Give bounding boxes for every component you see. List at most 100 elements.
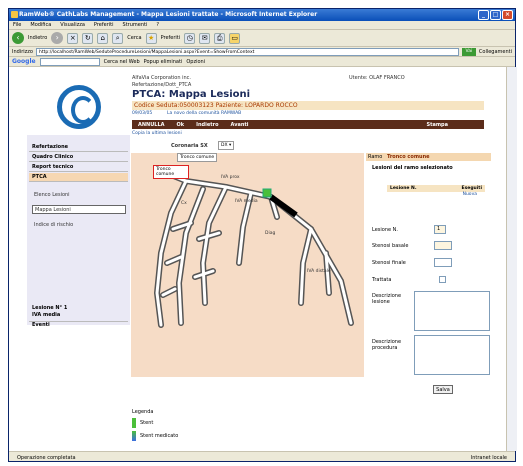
home-icon[interactable]: ⌂	[97, 32, 109, 44]
panel-header-value: Tronco comune	[386, 154, 430, 160]
sidebar-lesion-branch: IVA media	[32, 312, 61, 318]
status-zone: Intranet locale	[470, 454, 507, 461]
label-tronco-comune-selected[interactable]: Tronco comune	[153, 165, 189, 179]
sidebar-item-refertazione[interactable]: Refertazione	[29, 143, 128, 152]
search-icon[interactable]: ⌕	[112, 32, 124, 44]
sidebar-item-ptca[interactable]: PTCA	[29, 173, 128, 182]
print-icon[interactable]: ⎙	[214, 32, 226, 44]
stenosi-basale-input[interactable]	[434, 241, 452, 250]
stent-marker[interactable]	[262, 188, 272, 198]
sidebar-sub-indice-rischio[interactable]: Indice di rischio	[32, 221, 126, 230]
google-logo: Google	[12, 58, 36, 65]
print-button[interactable]: Stampa	[420, 122, 454, 128]
status-bar: Operazione completata Intranet locale	[9, 451, 515, 463]
desc-lesione-label: Descrizione lesione	[372, 293, 402, 305]
lesione-label: Lesione N.	[372, 227, 398, 233]
coronary-diagram[interactable]: Tronco comune Tronco comune IVA prox IVA…	[131, 153, 364, 377]
google-options[interactable]: Opzioni	[186, 59, 205, 65]
menu-bar: File Modifica Visualizza Preferiti Strum…	[9, 21, 515, 30]
sidebar-item-report-tecnico[interactable]: Report tecnico	[29, 163, 128, 172]
save-button[interactable]: Salva	[433, 385, 453, 394]
label-iva-media: IVA media	[235, 199, 258, 204]
cancel-button[interactable]: ANNULLA	[132, 122, 171, 128]
go-button[interactable]: Vai	[461, 47, 476, 56]
vertical-scrollbar[interactable]	[506, 67, 517, 451]
back-action-button[interactable]: Indietro	[190, 122, 224, 128]
lesion-table: Lesione N. Eseguiti Nuova	[387, 185, 485, 200]
menu-edit[interactable]: Modifica	[30, 21, 51, 29]
coronaria-dropdown[interactable]: DX ▾	[218, 141, 235, 150]
col-lesione: Lesione N.	[390, 186, 417, 191]
panel-header-label: Ramo	[368, 154, 383, 160]
address-bar: Indirizzo http://localhost/RamWeb/Sedute…	[9, 47, 515, 57]
app-logo	[57, 85, 101, 129]
favorites-label[interactable]: Preferiti	[161, 35, 181, 41]
menu-view[interactable]: Visualizza	[60, 21, 85, 29]
maximize-button[interactable]: □	[490, 10, 501, 20]
menu-tools[interactable]: Strumenti	[123, 21, 148, 29]
desc-procedura-textarea[interactable]	[414, 335, 490, 375]
stent-legend-icon	[132, 418, 136, 428]
lesione-input[interactable]: 1	[434, 225, 446, 234]
community-link[interactable]: La novo della comunità RAMWAB	[167, 111, 241, 116]
desc-lesione-textarea[interactable]	[414, 291, 490, 331]
page-content: AlfaVia Corporation inc. Refertazione/Do…	[9, 67, 506, 451]
next-button[interactable]: Avanti	[225, 122, 255, 128]
stop-icon[interactable]: ×	[67, 32, 79, 44]
toolbar: ‹ Indietro › × ↻ ⌂ ⌕ Cerca ★ Preferiti ◷…	[9, 30, 515, 47]
close-button[interactable]: ×	[502, 10, 513, 20]
address-label: Indirizzo	[12, 48, 33, 55]
favorites-icon[interactable]: ★	[145, 32, 157, 44]
label-tronco-comune[interactable]: Tronco comune	[177, 153, 218, 162]
ok-button[interactable]: Ok	[171, 122, 191, 128]
new-lesion-link[interactable]: Nuova	[387, 192, 485, 197]
sidebar-lesion-number: Lesione N° 1	[32, 305, 68, 311]
label-cx: Cx	[181, 201, 187, 206]
action-bar: ANNULLA Ok Indietro Avanti Stampa	[132, 120, 484, 129]
sidebar: Refertazione Quadro Clinico Report tecni…	[27, 135, 130, 328]
window-title: RamWeb® CathLabs Management - Mappa Lesi…	[19, 11, 318, 18]
address-input[interactable]: http://localhost/RamWeb/SeduteProcedureL…	[35, 47, 459, 56]
sidebar-sub-mappa-lesioni[interactable]: Mappa Lesioni	[32, 205, 126, 214]
popup-blocker[interactable]: Popup eliminati	[144, 59, 183, 65]
forward-icon[interactable]: ›	[51, 32, 64, 44]
search-label[interactable]: Cerca	[127, 35, 141, 41]
browser-window: RamWeb® CathLabs Management - Mappa Lesi…	[8, 8, 517, 463]
google-search-button[interactable]: Cerca nel Web	[104, 59, 140, 65]
google-toolbar: Google Cerca nel Web Popup eliminati Opz…	[9, 57, 515, 67]
google-search-input[interactable]	[39, 57, 100, 66]
menu-favorites[interactable]: Preferiti	[94, 21, 114, 29]
title-bar: RamWeb® CathLabs Management - Mappa Lesi…	[9, 9, 515, 21]
history-icon[interactable]: ◷	[184, 32, 196, 44]
desc-procedura-label: Descrizione procedura	[372, 339, 402, 351]
menu-help[interactable]: ?	[156, 21, 159, 29]
stent-medicato-legend-icon	[132, 431, 136, 441]
col-eseguiti: Eseguiti	[461, 186, 482, 191]
trattata-label: Trattata	[372, 277, 392, 283]
minimize-button[interactable]: _	[478, 10, 489, 20]
legend: Legenda Stent Stent medicato	[132, 409, 178, 441]
label-iva-prox: IVA prox	[221, 175, 240, 180]
stenosi-basale-label: Stenosi basale	[372, 243, 409, 249]
back-icon[interactable]: ‹	[12, 32, 24, 44]
folder-icon[interactable]: ▭	[229, 32, 241, 44]
coronary-tree-svg	[153, 168, 354, 328]
legend-stent: Stent	[140, 420, 154, 426]
sidebar-sub-elenco-lesioni[interactable]: Elenco Lesioni	[32, 191, 126, 200]
refresh-icon[interactable]: ↻	[82, 32, 94, 44]
last-lesion-link[interactable]: Copia la ultima lesioni	[132, 131, 182, 136]
sidebar-item-quadro-clinico[interactable]: Quadro Clinico	[29, 153, 128, 162]
mail-icon[interactable]: ✉	[199, 32, 211, 44]
stenosi-finale-input[interactable]	[434, 258, 452, 267]
org-name: AlfaVia Corporation inc.	[132, 75, 192, 81]
sidebar-item-eventi[interactable]: Eventi	[29, 321, 128, 329]
panel-subtitle: Lesioni del ramo selezionato	[372, 165, 453, 171]
panel-header: Ramo Tronco comune	[366, 153, 491, 161]
trattata-checkbox[interactable]	[439, 276, 446, 283]
label-iva-distale: IVA distale	[307, 269, 331, 274]
coronaria-label: Coronaria SX	[171, 143, 208, 149]
menu-file[interactable]: File	[13, 21, 21, 29]
links-label[interactable]: Collegamenti	[479, 49, 515, 55]
legend-stent-medicato: Stent medicato	[140, 433, 179, 439]
back-label[interactable]: Indietro	[28, 35, 47, 41]
